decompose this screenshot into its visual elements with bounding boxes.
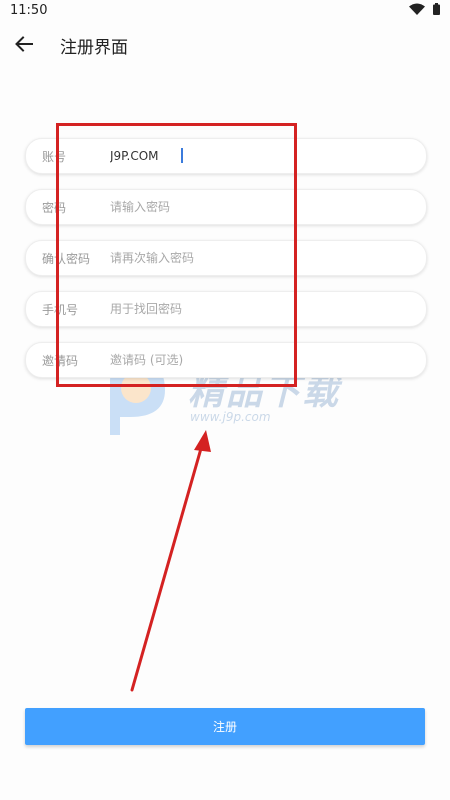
status-bar: 11:50 xyxy=(0,0,450,22)
watermark-url: www.j9p.com xyxy=(190,410,271,424)
wifi-icon xyxy=(409,3,425,15)
register-button[interactable]: 注册 xyxy=(25,708,425,745)
battery-icon xyxy=(433,3,440,15)
status-icons xyxy=(409,3,440,15)
page-title: 注册界面 xyxy=(60,38,128,58)
highlight-box xyxy=(56,123,297,387)
app-bar: 注册界面 xyxy=(0,26,450,62)
back-button[interactable] xyxy=(8,30,40,58)
status-time: 11:50 xyxy=(10,3,48,18)
arrow-left-icon xyxy=(15,36,33,52)
